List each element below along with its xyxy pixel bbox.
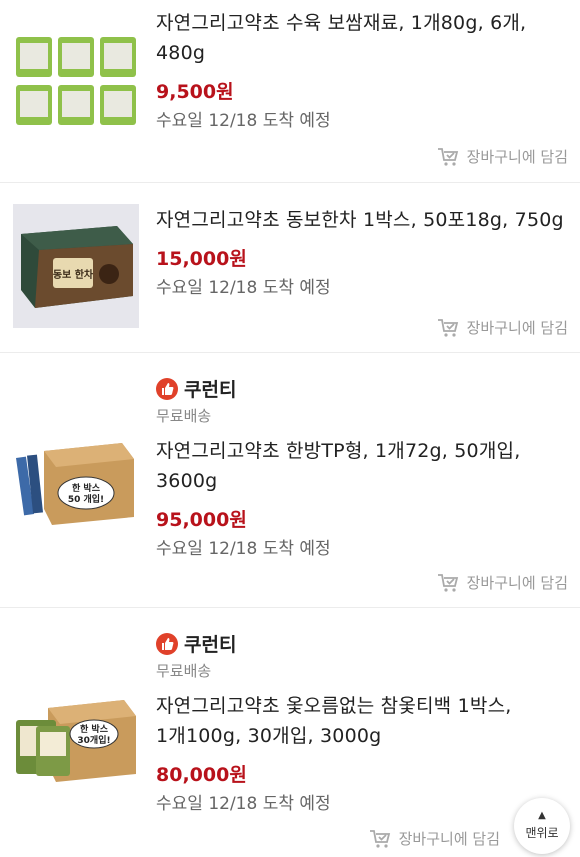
- box-label-text: 30개입!: [77, 734, 110, 746]
- delivery-date: 수요일 12/18 도착 예정: [156, 278, 331, 298]
- product-card[interactable]: 동보 한차 자연그리고약초 동보한차 1박스, 50포18g, 750g 15,…: [0, 183, 580, 353]
- scroll-to-top-button[interactable]: ▲ 맨위로: [514, 798, 570, 854]
- product-price: 80,000원: [156, 764, 247, 786]
- product-title-line[interactable]: 자연그리고약초 수육 보쌈재료, 1개80g, 6개,: [156, 8, 570, 38]
- free-shipping-label: 무료배송: [156, 662, 212, 680]
- product-title-line[interactable]: 1개100g, 30개입, 3000g: [156, 721, 570, 751]
- product-image[interactable]: 한 박스 50 개입!: [12, 439, 140, 529]
- product-image-box: 한 박스 50 개입!: [16, 443, 134, 525]
- product-list-page: 자연그리고약초 수육 보쌈재료, 1개80g, 6개, 480g 9,500원 …: [0, 0, 580, 857]
- added-to-cart-button[interactable]: 장바구니에 담김: [437, 572, 568, 593]
- box-label-text: 한 박스: [80, 723, 109, 735]
- cart-check-icon: [437, 318, 458, 337]
- thumb-up-icon: [156, 377, 178, 400]
- scroll-to-top-label: 맨위로: [525, 826, 559, 840]
- box-label-text: 50 개입!: [68, 493, 104, 505]
- added-to-cart-button[interactable]: 장바구니에 담김: [437, 146, 568, 167]
- added-to-cart-button[interactable]: 장바구니에 담김: [369, 828, 500, 849]
- cart-label: 장바구니에 담김: [466, 148, 568, 166]
- cart-check-icon: [437, 147, 458, 166]
- added-to-cart-button[interactable]: 장바구니에 담김: [437, 317, 568, 338]
- product-title-line[interactable]: 자연그리고약초 동보한차 1박스, 50포18g, 750g: [156, 205, 570, 235]
- product-image-packs: [16, 37, 136, 125]
- brand-row: 쿠런티: [156, 375, 570, 402]
- product-image-box: 동보 한차: [13, 204, 139, 328]
- box-label-text: 동보 한차: [53, 268, 94, 281]
- product-price: 9,500원: [156, 81, 234, 103]
- product-card[interactable]: 한 박스 50 개입! 쿠런티 무료배송 자연그리고약초 한방TP형, 1개72…: [0, 353, 580, 608]
- product-title-line[interactable]: 자연그리고약초 옻오름없는 참옻티백 1박스,: [156, 691, 570, 721]
- product-image[interactable]: 한 박스 30개입!: [12, 696, 140, 786]
- product-card[interactable]: 자연그리고약초 수육 보쌈재료, 1개80g, 6개, 480g 9,500원 …: [0, 0, 580, 183]
- product-image[interactable]: [12, 26, 140, 136]
- thumb-up-icon: [156, 632, 178, 655]
- delivery-date: 수요일 12/18 도착 예정: [156, 111, 331, 131]
- product-image[interactable]: 동보 한차: [12, 201, 140, 331]
- product-price: 15,000원: [156, 248, 247, 270]
- brand-row: 쿠런티: [156, 630, 570, 657]
- product-title-line[interactable]: 480g: [156, 38, 570, 68]
- up-arrow-icon: ▲: [538, 810, 546, 821]
- brand-name: 쿠런티: [184, 379, 237, 401]
- delivery-date: 수요일 12/18 도착 예정: [156, 794, 331, 814]
- product-price: 95,000원: [156, 509, 247, 531]
- brand-name: 쿠런티: [184, 634, 237, 656]
- box-label-text: 한 박스: [72, 482, 101, 494]
- product-card[interactable]: 한 박스 30개입! 쿠런티 무료배송 자연그리고약초 옻오름없는 참옻티백 1…: [0, 608, 580, 857]
- cart-label: 장바구니에 담김: [466, 319, 568, 337]
- delivery-date: 수요일 12/18 도착 예정: [156, 539, 331, 559]
- product-title-line[interactable]: 자연그리고약초 한방TP형, 1개72g, 50개입,: [156, 436, 570, 466]
- cart-label: 장바구니에 담김: [398, 830, 500, 848]
- product-image-box: 한 박스 30개입!: [16, 700, 136, 782]
- cart-check-icon: [437, 573, 458, 592]
- free-shipping-label: 무료배송: [156, 407, 212, 425]
- product-title-line[interactable]: 3600g: [156, 466, 570, 496]
- cart-label: 장바구니에 담김: [466, 574, 568, 592]
- cart-check-icon: [369, 829, 390, 848]
